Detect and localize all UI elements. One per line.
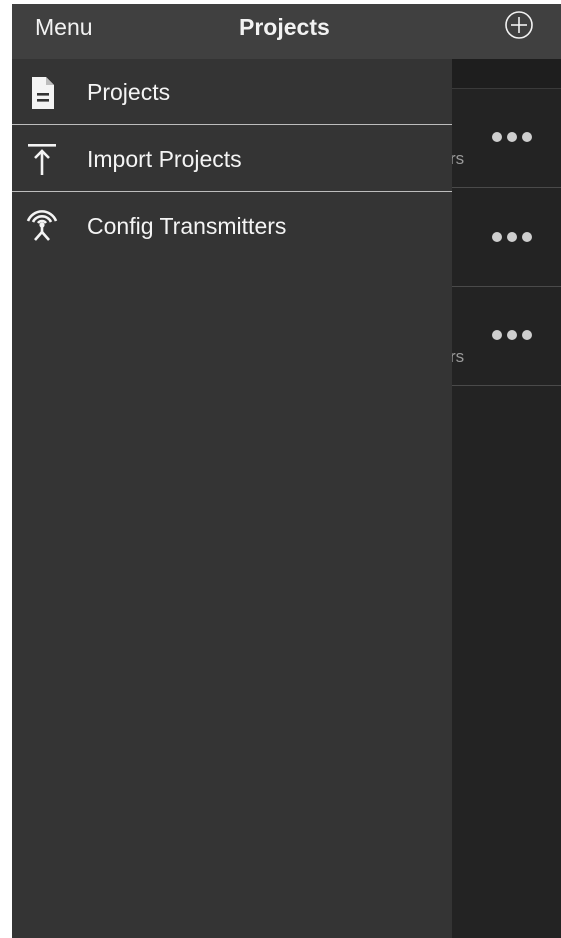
document-icon: [24, 75, 60, 111]
drawer-item-projects[interactable]: Projects: [12, 59, 452, 125]
list-item-fragment: rs: [450, 149, 465, 168]
drawer-item-label: Config Transmitters: [87, 213, 287, 239]
more-dots-icon[interactable]: [492, 330, 534, 342]
menu-button[interactable]: Menu: [35, 14, 93, 41]
antenna-icon: [24, 205, 60, 241]
app-screen: Menu Projects rs rs Projects Import Proj…: [12, 4, 561, 938]
drawer-item-label: Projects: [87, 79, 171, 105]
plus-circle-icon[interactable]: [504, 10, 534, 40]
drawer-item-import-projects[interactable]: Import Projects: [12, 126, 452, 192]
page-title: Projects: [239, 14, 330, 40]
more-dots-icon[interactable]: [492, 132, 534, 144]
navigation-bar: Menu Projects: [12, 4, 561, 59]
drawer-item-label: Import Projects: [87, 146, 242, 172]
more-dots-icon[interactable]: [492, 232, 534, 244]
drawer-item-config-transmitters[interactable]: Config Transmitters: [12, 193, 452, 259]
list-item-fragment: rs: [450, 347, 465, 366]
side-menu-drawer: Projects Import Projects Config Transmit…: [12, 59, 452, 938]
upload-arrow-icon: [24, 141, 60, 177]
